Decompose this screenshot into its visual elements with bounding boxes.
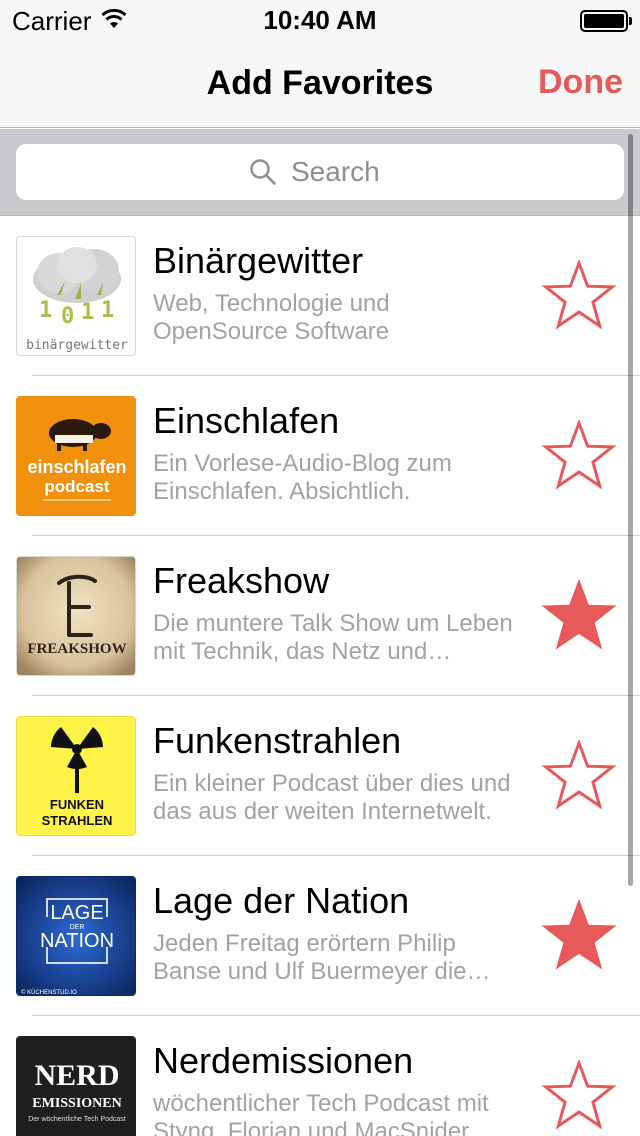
navigation-bar: Add Favorites Done [0,40,640,128]
list-item[interactable]: 1 0 1 1 binärgewitter Binärgewitter Web,… [0,216,640,376]
podcast-description: Ein kleiner Podcast über dies und das au… [153,770,511,825]
artwork-label: FUNKEN [50,797,104,812]
artwork-label-3: Der wöchentliche Tech Podcast [28,1116,126,1123]
star-outline-icon [542,1060,616,1130]
list-item[interactable]: einschlafen podcast Einschlafen Ein Vorl… [0,376,640,536]
favorite-toggle[interactable] [542,260,616,332]
list-item[interactable]: LAGE DER NATION © KÜCHENSTUD.IO Lage der… [0,856,640,1016]
clock: 10:40 AM [263,5,377,35]
scroll-indicator[interactable] [628,134,633,886]
favorite-toggle[interactable] [542,1060,616,1132]
star-filled-icon [542,900,616,970]
star-outline-icon [542,420,616,490]
search-bar [0,129,640,216]
podcast-description: Ein Vorlese-Audio-Blog zum Einschlafen. … [153,450,452,505]
binaergewitter-artwork: 1 0 1 1 binärgewitter [17,237,135,355]
artwork-label: einschlafen [27,457,126,477]
artwork-label: binärgewitter [26,338,128,353]
podcast-title: Nerdemissionen [153,1040,414,1081]
artwork-label-2: STRAHLEN [42,813,113,828]
favorite-toggle[interactable] [542,420,616,492]
search-icon [250,159,276,185]
podcast-title: Einschlafen [153,400,340,441]
star-filled-icon [542,580,616,650]
nerdemissionen-artwork: NERD EMISSIONEN Der wöchentliche Tech Po… [17,1037,135,1136]
podcast-artwork: NERD EMISSIONEN Der wöchentliche Tech Po… [16,1036,136,1136]
podcast-description: Die muntere Talk Show um Leben mit Techn… [153,610,513,665]
artwork-label: FREAKSHOW [27,641,126,657]
star-outline-icon [542,260,616,330]
podcast-artwork: 1 0 1 1 binärgewitter [16,236,136,356]
freakshow-artwork: FREAKSHOW [17,557,135,675]
artwork-label-2: podcast [44,477,110,496]
artwork-label-2: EMISSIONEN [32,1096,121,1111]
lage-der-nation-artwork: LAGE DER NATION © KÜCHENSTUD.IO [17,877,135,996]
svg-text:1: 1 [101,298,114,323]
artwork-label: LAGE [50,902,103,924]
podcast-title: Funkenstrahlen [153,720,402,761]
artwork-copyright: © KÜCHENSTUD.IO [21,989,77,996]
list-item[interactable]: NERD EMISSIONEN Der wöchentliche Tech Po… [0,1016,640,1136]
status-bar: Carrier 10:40 AM [0,0,640,40]
podcast-list: 1 0 1 1 binärgewitter Binärgewitter Web,… [0,216,640,1136]
favorite-toggle[interactable] [542,580,616,652]
favorite-toggle[interactable] [542,900,616,972]
done-button[interactable]: Done [538,63,623,102]
artwork-label-3: NATION [40,930,114,952]
podcast-artwork: FUNKEN STRAHLEN [16,716,136,836]
svg-text:1: 1 [39,298,52,323]
list-item[interactable]: FUNKEN STRAHLEN Funkenstrahlen Ein klein… [0,696,640,856]
einschlafen-artwork: einschlafen podcast [17,397,135,515]
favorite-toggle[interactable] [542,740,616,812]
podcast-description: Jeden Freitag erörtern Philip Banse und … [153,930,467,985]
podcast-title: Lage der Nation [153,880,410,921]
podcast-title: Binärgewitter [153,240,364,281]
list-item[interactable]: FREAKSHOW Freakshow Die muntere Talk Sho… [0,536,640,696]
battery-icon [580,10,632,32]
star-outline-icon [542,740,616,810]
search-field[interactable] [16,144,624,200]
podcast-title: Freakshow [153,560,330,601]
search-input[interactable] [291,156,391,188]
podcast-artwork: einschlafen podcast [16,396,136,516]
artwork-label: NERD [34,1059,119,1092]
podcast-description: wöchentlicher Tech Podcast mit Styng, Fl… [153,1090,489,1136]
svg-text:1: 1 [81,300,94,325]
podcast-description: Web, Technologie und OpenSource Software [153,290,390,345]
svg-text:0: 0 [61,304,74,329]
podcast-artwork: LAGE DER NATION © KÜCHENSTUD.IO [16,876,136,996]
podcast-artwork: FREAKSHOW [16,556,136,676]
funkenstrahlen-artwork: FUNKEN STRAHLEN [17,717,135,835]
